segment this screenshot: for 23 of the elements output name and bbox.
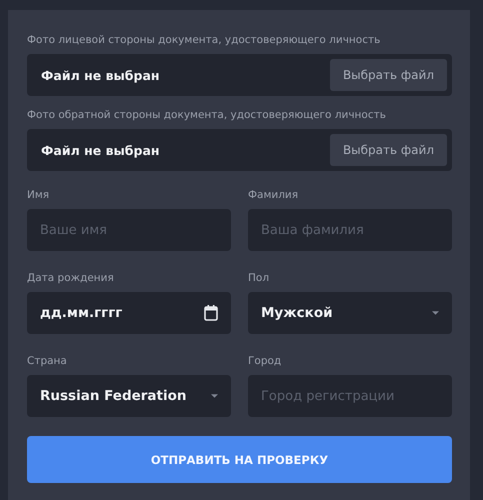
select-field[interactable]: Мужской (248, 292, 452, 334)
text-field[interactable]: Ваше имя (27, 209, 231, 251)
field-label: Фамилия (248, 188, 300, 202)
text-field[interactable]: Город регистрации (248, 375, 452, 417)
field-label: Фото лицевой стороны документа, удостоверяющего личность (27, 33, 382, 47)
file-status: Файл не выбран (41, 68, 160, 82)
caret-icon (211, 394, 218, 398)
caret-icon (432, 311, 439, 315)
calendar-icon[interactable] (204, 305, 218, 321)
field-label: Имя (27, 188, 50, 202)
field-label: Страна (27, 354, 68, 368)
field-label: Пол (248, 271, 270, 285)
date-field[interactable]: дд.мм.гггг (27, 292, 231, 334)
file-input[interactable]: Файл не выбран Выбрать файл (27, 54, 452, 96)
text-field[interactable]: Ваша фамилия (248, 209, 452, 251)
field-label: Дата рождения (27, 271, 115, 285)
file-status: Файл не выбран (41, 142, 160, 158)
field-label: Город (248, 354, 282, 368)
field-label: Фото обратной стороны документа, удостоверяющего личность (27, 108, 387, 122)
file-input[interactable]: Файл не выбран Выбрать файл (27, 129, 452, 171)
choose-file-button[interactable]: Выбрать файл (330, 59, 447, 91)
select-field[interactable]: Russian Federation (27, 375, 231, 417)
choose-file-button[interactable]: Выбрать файл (330, 134, 447, 166)
